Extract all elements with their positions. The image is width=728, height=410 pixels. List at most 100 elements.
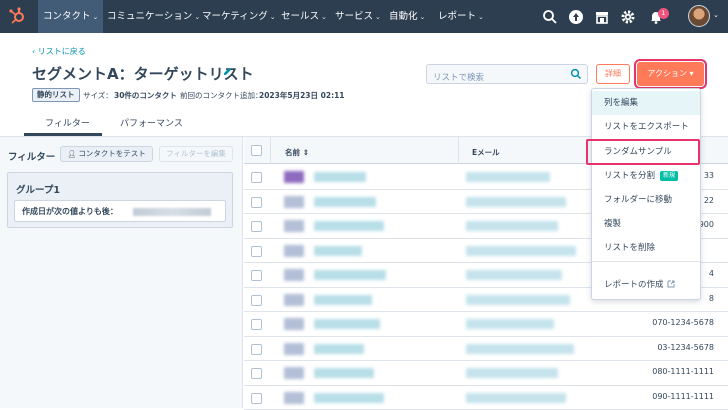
row-checkbox[interactable]: [251, 221, 262, 232]
redacted-name: [314, 196, 376, 207]
row-checkbox[interactable]: [251, 172, 262, 183]
static-list-badge: 静的リスト: [32, 88, 80, 102]
redacted-avatar: [284, 171, 304, 183]
filter-rule[interactable]: 作成日が次の値よりも後：: [14, 200, 226, 222]
filter-panel-title: フィルター: [8, 152, 56, 163]
pencil-icon[interactable]: [222, 66, 233, 77]
actions-button[interactable]: アクション ▾: [634, 59, 707, 89]
redacted-avatar: [284, 367, 304, 379]
gear-icon[interactable]: [620, 9, 636, 25]
redacted-email: [466, 368, 558, 378]
redacted-avatar: [284, 342, 304, 355]
nav-item-service[interactable]: サービス ⌄: [330, 0, 386, 33]
list-size-label: サイズ：: [83, 91, 113, 100]
nav-item-sales[interactable]: セールス ⌄: [276, 0, 332, 33]
select-all-checkbox[interactable]: [251, 145, 262, 156]
redacted-email: [466, 221, 558, 231]
redacted-email: [466, 270, 562, 280]
phone-cell: 33: [703, 171, 714, 180]
edit-filters-button[interactable]: フィルターを編集: [159, 146, 233, 162]
row-divider: [244, 360, 728, 361]
last-added-label: 前回のコンタクト追加：: [180, 91, 263, 100]
redacted-email: [466, 319, 554, 329]
test-contact-button[interactable]: 👤︎ コンタクトをテスト: [60, 146, 153, 162]
menu-item-export-list[interactable]: リストをエクスポート: [592, 115, 700, 139]
nav-item-reports[interactable]: レポート ⌄: [433, 0, 489, 33]
row-divider: [244, 311, 728, 312]
redacted-name: [314, 172, 366, 182]
redacted-name: [314, 392, 384, 403]
actions-dropdown-menu: 列を編集 リストをエクスポート ランダムサンプル リストを分割 新規 フォルダーに…: [591, 88, 701, 300]
list-search-box: [426, 64, 588, 87]
search-icon[interactable]: [542, 9, 558, 25]
tab-performance[interactable]: パフォーマンス: [120, 116, 183, 129]
marketplace-icon[interactable]: [594, 9, 610, 25]
menu-divider: [592, 261, 700, 262]
redacted-email: [466, 343, 574, 354]
filter-group-title: グループ1: [16, 185, 61, 196]
row-divider: [244, 335, 728, 337]
menu-item-move-to-folder[interactable]: フォルダーに移動: [592, 188, 700, 212]
external-link-icon: [667, 280, 675, 288]
hubspot-logo-icon[interactable]: [8, 7, 26, 25]
redacted-name: [314, 319, 380, 329]
redacted-name: [314, 343, 364, 354]
top-navigation-bar: コンタクト ⌄ コミュニケーション ⌄ マーケティング ⌄ セールス ⌄ サービス ⌄ 自…: [0, 0, 728, 33]
nav-item-conversations[interactable]: コミュニケーション ⌄: [102, 0, 205, 33]
phone-cell: 03-1234-5678: [657, 342, 714, 352]
redacted-name: [314, 245, 362, 256]
phone-cell: 900: [698, 220, 714, 229]
menu-item-clone[interactable]: 複製: [592, 212, 700, 236]
redacted-name: [314, 270, 386, 280]
redacted-email: [466, 294, 570, 305]
row-checkbox[interactable]: [251, 294, 262, 306]
row-checkbox[interactable]: [251, 270, 262, 281]
column-divider: [458, 137, 459, 164]
redacted-avatar: [284, 293, 304, 306]
row-checkbox[interactable]: [251, 392, 262, 404]
row-checkbox[interactable]: [251, 245, 262, 257]
list-size-value: 30件のコンタクト: [114, 91, 177, 100]
random-sample-highlight: [586, 139, 700, 165]
search-input[interactable]: [427, 69, 563, 87]
redacted-avatar: [284, 391, 304, 404]
user-icon: 👤︎: [67, 150, 79, 158]
back-to-lists-link[interactable]: ‹ リストに戻る: [32, 46, 86, 57]
search-icon[interactable]: [570, 68, 582, 80]
phone-cell: 090-1111-1111: [652, 391, 714, 401]
page-title: セグメントA：ターゲットリスト: [32, 65, 254, 83]
redacted-avatar: [284, 318, 304, 330]
menu-item-create-report[interactable]: レポートの作成: [592, 273, 700, 297]
details-button[interactable]: 詳細: [596, 64, 630, 84]
column-header-name[interactable]: 名前 ⇕: [285, 147, 309, 158]
phone-cell: 4: [708, 269, 714, 278]
menu-item-delete-list[interactable]: リストを削除: [592, 236, 700, 260]
chevron-down-icon[interactable]: ⌄: [713, 11, 719, 19]
row-checkbox[interactable]: [251, 196, 262, 208]
redacted-email: [466, 172, 550, 182]
phone-cell: 070-1234-5678: [652, 318, 714, 327]
nav-item-automation[interactable]: 自動化 ⌄: [384, 0, 430, 33]
menu-item-split-list[interactable]: リストを分割 新規: [592, 164, 700, 188]
upgrade-icon[interactable]: [568, 9, 584, 25]
tab-filters[interactable]: フィルター: [45, 116, 90, 129]
redacted-email: [466, 392, 566, 403]
row-checkbox[interactable]: [251, 343, 262, 355]
redacted-name: [314, 368, 374, 378]
nav-item-marketing[interactable]: マーケティング ⌄: [197, 0, 281, 33]
redacted-avatar: [284, 195, 304, 208]
row-checkbox[interactable]: [251, 319, 262, 330]
phone-cell: 8: [708, 293, 714, 303]
row-divider: [244, 384, 728, 386]
menu-item-edit-columns[interactable]: 列を編集: [592, 91, 700, 115]
filter-group-card[interactable]: グループ1 作成日が次の値よりも後：: [7, 172, 233, 228]
new-badge: 新規: [660, 171, 679, 181]
avatar[interactable]: [688, 5, 710, 27]
redacted-email: [466, 245, 576, 256]
nav-item-contacts[interactable]: コンタクト ⌄: [38, 0, 104, 33]
notification-count-badge: 1: [658, 8, 669, 19]
redacted-name: [314, 221, 384, 231]
column-header-email[interactable]: Eメール: [472, 147, 500, 158]
row-checkbox[interactable]: [251, 368, 262, 379]
redacted-avatar: [284, 269, 304, 281]
